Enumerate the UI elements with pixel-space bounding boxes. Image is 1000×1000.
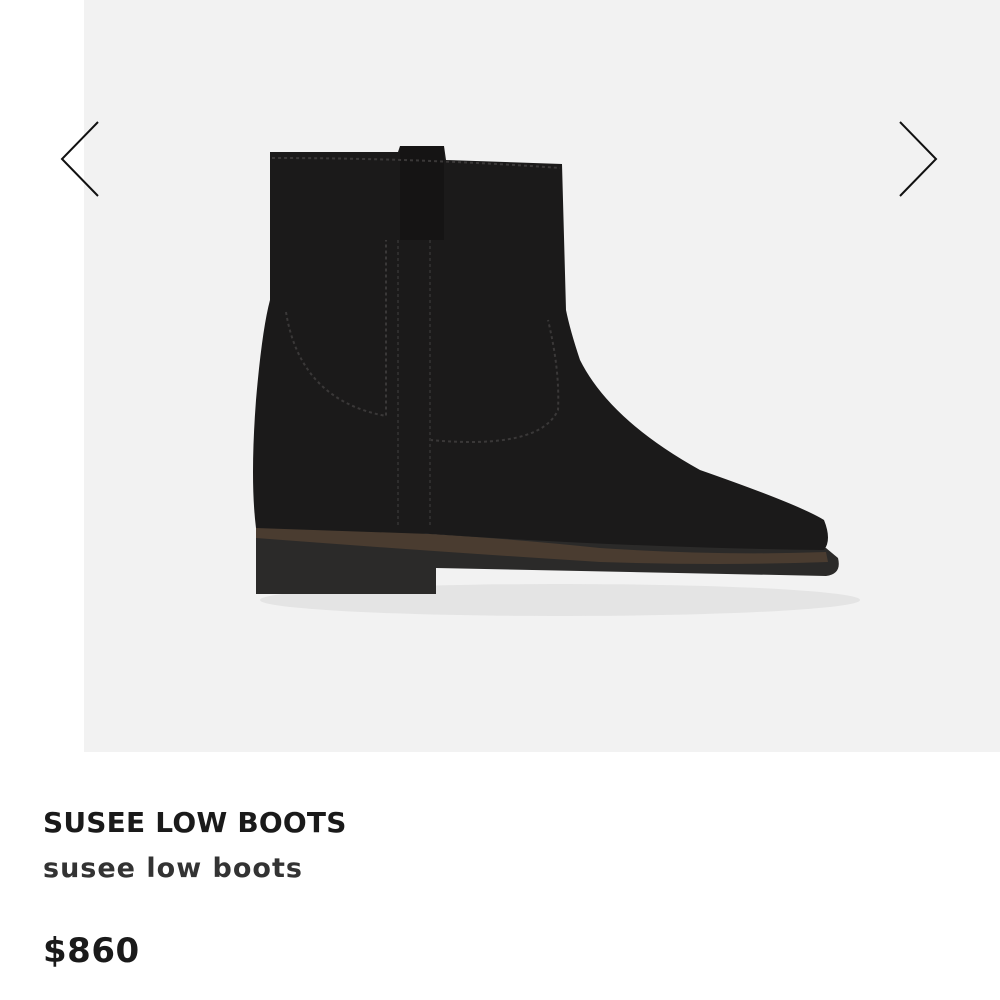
previous-image-button[interactable]: [58, 118, 102, 200]
product-image[interactable]: [0, 0, 1000, 752]
product-title[interactable]: SUSEE LOW BOOTS: [43, 805, 943, 841]
chevron-right-icon: [899, 121, 938, 197]
boot-body: [253, 146, 828, 550]
product-price: $860: [43, 931, 140, 971]
chevron-left-icon: [60, 121, 99, 197]
product-subtitle: susee low boots: [43, 853, 303, 884]
next-image-button[interactable]: [896, 118, 940, 200]
product-gallery: [0, 0, 1000, 752]
product-page: SUSEE LOW BOOTS susee low boots $860: [0, 0, 1000, 1000]
product-info: SUSEE LOW BOOTS susee low boots $860: [43, 805, 943, 971]
